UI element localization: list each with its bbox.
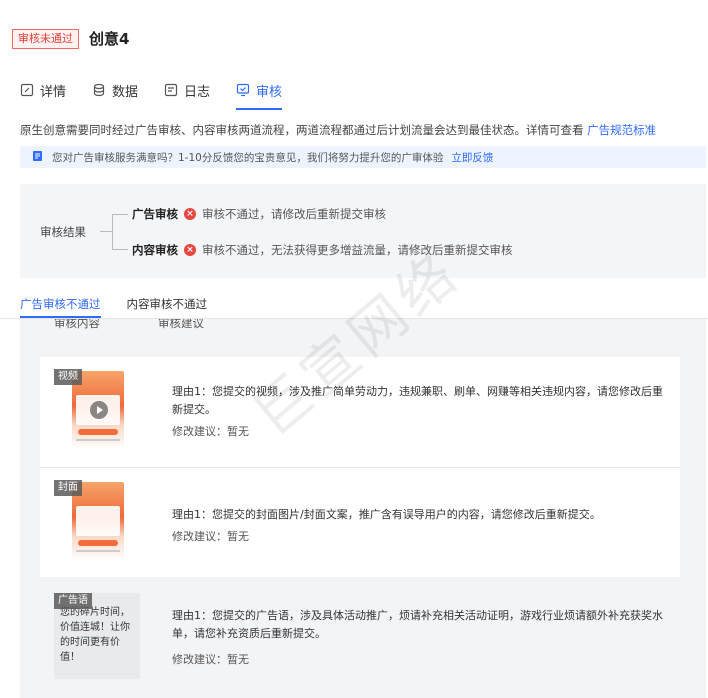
review-suggestion: 修改建议：暂无 — [172, 425, 249, 438]
content-type-tag: 视频 — [54, 369, 82, 385]
feedback-banner: 您对广告审核服务满意吗？1-10分反馈您的宝贵意见，我们将努力提升您的广审体验 … — [20, 146, 706, 168]
table-row: 封面 理由1：您提交的封面图片/封面文案，推广含有误导用户的内容，请您修改后重新… — [40, 468, 680, 577]
tab-details[interactable]: 详情 — [20, 78, 66, 102]
thumbnail-text — [76, 550, 120, 552]
content-review-row: 内容审核 × 审核不通过，无法获得更多增益流量，请修改后重新提交审核 — [132, 242, 513, 258]
bracket — [112, 214, 128, 250]
description-text: 原生创意需要同时经过广告审核、内容审核两道流程，两道流程都通过后计划流量会达到最… — [20, 123, 584, 137]
play-icon[interactable] — [90, 401, 108, 419]
ad-copy-preview[interactable]: 您的碎片时间，价值连城！让你的时间更有价值！ 广告语 — [54, 593, 140, 679]
feedback-text: 您对广告审核服务满意吗？1-10分反馈您的宝贵意见，我们将努力提升您的广审体验 — [52, 151, 444, 164]
review-suggestion: 修改建议：暂无 — [172, 653, 249, 666]
review-suggestion: 修改建议：暂无 — [172, 530, 249, 543]
review-description: 原生创意需要同时经过广告审核、内容审核两道流程，两道流程都通过后计划流量会达到最… — [20, 122, 656, 138]
tab-label: 数据 — [112, 84, 139, 100]
thumbnail-button — [78, 429, 118, 435]
tab-bar: 详情 数据 日志 审核 — [20, 78, 283, 110]
bracket-line — [100, 231, 112, 232]
subtab-ad-review-failed[interactable]: 广告审核不通过 — [20, 296, 101, 318]
video-thumbnail[interactable]: 视频 — [54, 369, 140, 455]
tab-label: 审核 — [256, 84, 283, 100]
ad-standard-link[interactable]: 广告规范标准 — [587, 123, 656, 137]
table-header: 审核内容 审核建议 — [40, 319, 680, 357]
page-title: 创意4 — [89, 30, 130, 48]
thumbnail-text — [76, 439, 120, 441]
cover-thumbnail[interactable]: 封面 — [54, 480, 140, 566]
ad-review-key: 广告审核 — [132, 207, 178, 221]
review-subtabs: 广告审核不通过 内容审核不通过 — [20, 296, 207, 318]
tab-log[interactable]: 日志 — [164, 78, 210, 102]
database-icon — [92, 83, 106, 97]
ad-copy-text: 您的碎片时间，价值连城！让你的时间更有价值！ — [60, 607, 130, 663]
page-header: 审核未通过 创意4 — [12, 28, 129, 49]
table-row: 视频 理由1：您提交的视频，涉及推广简单劳动力，违规兼职、刷单、网赚等相关违规内… — [40, 357, 680, 467]
thumbnail-button — [78, 540, 118, 546]
review-result-box: 审核结果 广告审核 × 审核不通过，请修改后重新提交审核 内容审核 × 审核不通… — [20, 184, 706, 278]
review-icon — [236, 83, 250, 97]
review-reason: 理由1：您提交的视频，涉及推广简单劳动力，违规兼职、刷单、网赚等相关违规内容，请… — [172, 385, 663, 416]
ad-review-message: 审核不通过，请修改后重新提交审核 — [202, 207, 386, 221]
subtab-content-review-failed[interactable]: 内容审核不通过 — [127, 296, 208, 318]
content-review-message: 审核不通过，无法获得更多增益流量，请修改后重新提交审核 — [202, 243, 513, 257]
tab-label: 日志 — [184, 84, 211, 100]
thumbnail-card — [76, 506, 120, 536]
log-icon — [164, 83, 178, 97]
tab-review[interactable]: 审核 — [236, 78, 283, 110]
tab-label: 详情 — [40, 84, 67, 100]
tab-data[interactable]: 数据 — [92, 78, 138, 102]
review-result-label: 审核结果 — [40, 225, 86, 239]
review-table: 审核内容 审核建议 视频 理由1：您提交的视频，涉及推广简单劳动力，违规兼职、刷… — [20, 319, 706, 698]
table-row: 您的碎片时间，价值连城！让你的时间更有价值！ 广告语 理由1：您提交的广告语，涉… — [40, 577, 680, 698]
content-type-tag: 封面 — [54, 480, 82, 496]
ad-review-row: 广告审核 × 审核不通过，请修改后重新提交审核 — [132, 206, 386, 222]
header-review-content: 审核内容 — [54, 319, 100, 330]
header-review-suggestion: 审核建议 — [158, 319, 204, 330]
feedback-link[interactable]: 立即反馈 — [451, 150, 493, 165]
review-reason: 理由1：您提交的广告语，涉及具体活动推广，烦请补充相关活动证明，游戏行业烦请额外… — [172, 609, 663, 640]
edit-icon — [20, 83, 34, 97]
error-icon: × — [184, 208, 196, 220]
content-type-tag: 广告语 — [54, 593, 92, 609]
feedback-icon — [32, 150, 44, 165]
review-reason: 理由1：您提交的封面图片/封面文案，推广含有误导用户的内容，请您修改后重新提交。 — [172, 508, 601, 521]
content-review-key: 内容审核 — [132, 243, 178, 257]
error-icon: × — [184, 244, 196, 256]
status-badge: 审核未通过 — [12, 28, 79, 49]
